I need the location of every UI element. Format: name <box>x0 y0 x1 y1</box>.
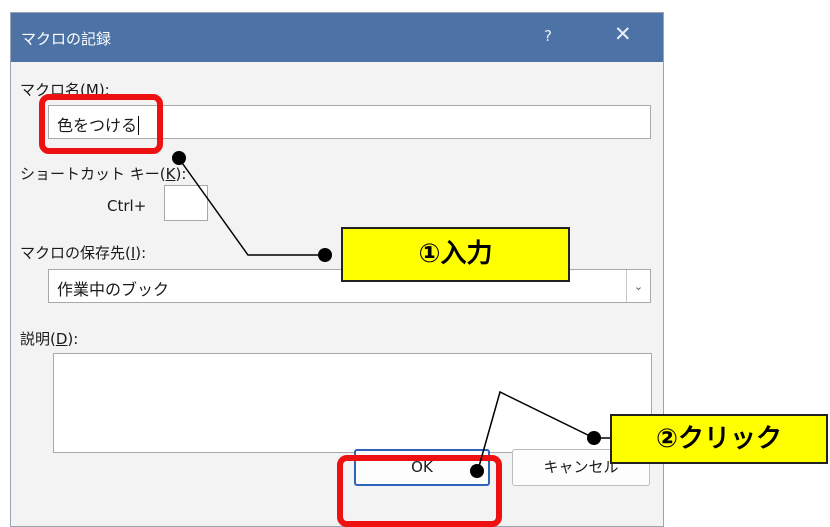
step1-callout: ①入力 <box>341 227 570 282</box>
leader-dot <box>172 151 186 165</box>
leader-dot <box>318 248 332 262</box>
leader-dot <box>470 464 484 478</box>
leader-dot <box>587 431 601 445</box>
step2-callout: ②クリック <box>610 414 828 464</box>
